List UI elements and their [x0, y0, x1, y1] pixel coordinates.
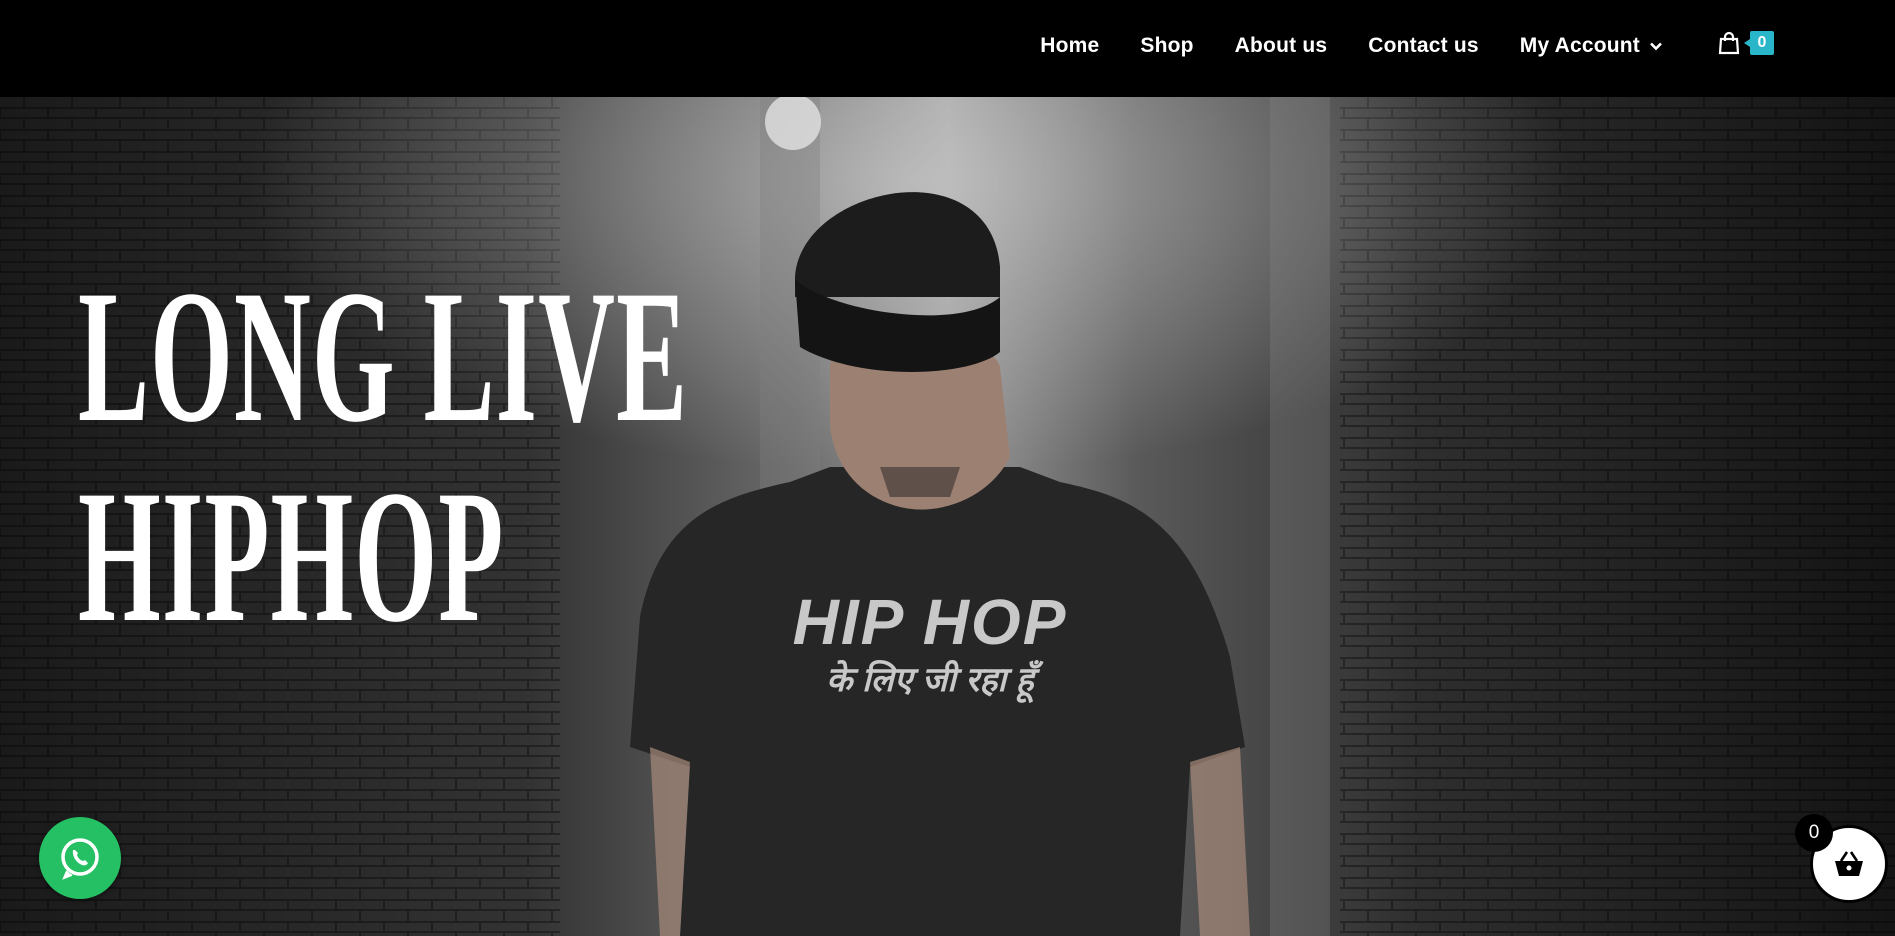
cart-count-badge: 0	[1744, 31, 1774, 55]
chevron-down-icon	[1650, 42, 1662, 51]
tshirt-print-title: HIP HOP	[792, 586, 1068, 658]
nav-my-account[interactable]: My Account	[1520, 34, 1663, 58]
tshirt-print-subtitle: के लिए जी रहा हूँ	[826, 661, 1034, 699]
shopping-bag-icon	[1718, 31, 1740, 55]
headline-line-1: LONG LIVE	[78, 252, 689, 462]
whatsapp-chat-button[interactable]	[39, 817, 121, 899]
nav-about-us[interactable]: About us	[1235, 34, 1328, 58]
tshirt-print: HIP HOP के लिए जी रहा हूँ	[790, 590, 1070, 700]
nav-contact-us[interactable]: Contact us	[1368, 34, 1479, 58]
nav-my-account-label: My Account	[1519, 34, 1640, 57]
nav-shop[interactable]: Shop	[1140, 34, 1193, 58]
site-header: Home Shop About us Contact us My Account…	[0, 0, 1895, 97]
hero-banner: LONG LIVE HIPHOP HIP HOP के लिए जी रहा ह…	[0, 97, 1895, 936]
hero-headline: LONG LIVE HIPHOP	[78, 257, 688, 657]
basket-icon	[1835, 851, 1863, 876]
main-nav: Home Shop About us Contact us My Account	[1040, 0, 1663, 92]
floating-cart-count: 0	[1795, 814, 1833, 852]
nav-home[interactable]: Home	[1040, 34, 1099, 58]
header-cart[interactable]: 0	[1718, 31, 1774, 55]
whatsapp-icon	[61, 838, 99, 880]
headline-line-2: HIPHOP	[78, 452, 505, 662]
